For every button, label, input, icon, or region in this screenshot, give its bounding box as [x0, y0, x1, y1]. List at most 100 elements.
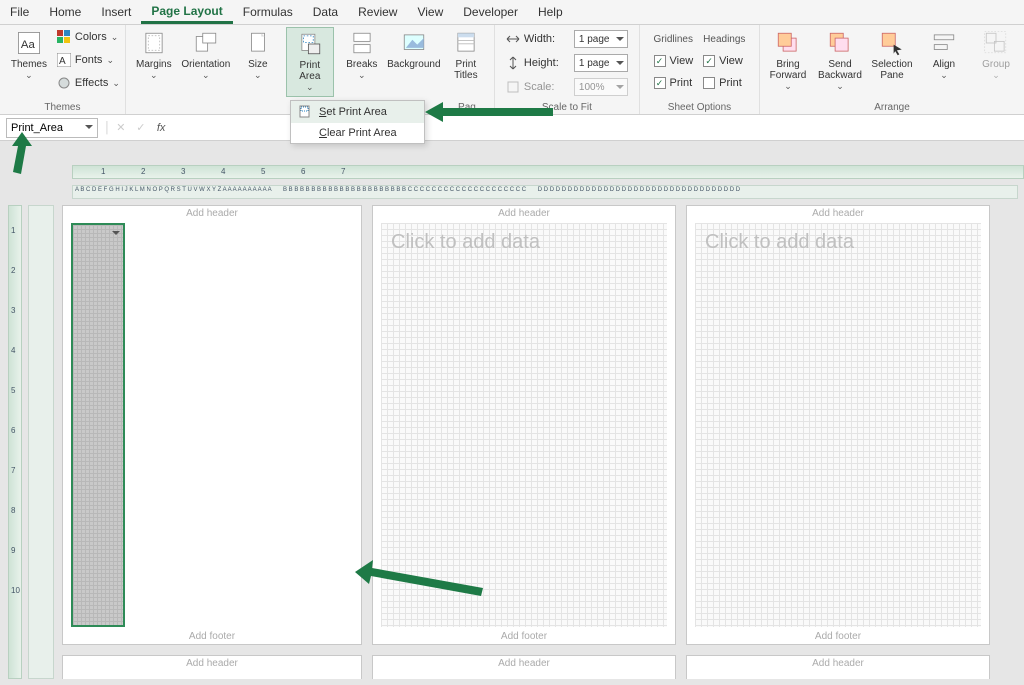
tab-home[interactable]: Home [39, 0, 91, 24]
tab-review[interactable]: Review [348, 0, 407, 24]
row-headers[interactable] [28, 205, 54, 679]
group-sheet-options: Gridlines View Print Headings View Print… [640, 25, 760, 114]
ribbon-tabs: File Home Insert Page Layout Formulas Da… [0, 0, 1024, 25]
vertical-ruler[interactable]: 12345678910 [8, 205, 22, 679]
group-themes: Aa Themes Colors⌄ A Fonts⌄ Effects⌄ T [0, 25, 126, 114]
horizontal-ruler[interactable]: 1234567 [72, 165, 1024, 179]
cancel-formula-button[interactable]: ✕ [111, 121, 131, 134]
group-label-themes: Themes [4, 101, 121, 114]
themes-button[interactable]: Aa Themes [5, 27, 53, 97]
tab-help[interactable]: Help [528, 0, 573, 24]
print-titles-icon [452, 29, 480, 57]
group-label-scale: Scale to Fit [499, 101, 635, 114]
group-objects-button: Group [972, 27, 1020, 97]
page-4[interactable]: Add header [62, 655, 362, 679]
tab-formulas[interactable]: Formulas [233, 0, 303, 24]
selection-pane-button[interactable]: Selection Pane [868, 27, 916, 97]
background-button[interactable]: Background [390, 27, 438, 97]
gridlines-view-checkbox[interactable] [654, 55, 666, 67]
page-2-header[interactable]: Add header [373, 206, 675, 221]
group-icon [982, 29, 1010, 57]
bring-forward-button[interactable]: Bring Forward [764, 27, 812, 97]
group-label-sheet: Sheet Options [644, 101, 755, 114]
width-select[interactable]: 1 page [574, 30, 628, 48]
tab-view[interactable]: View [407, 0, 453, 24]
page-3-header[interactable]: Add header [687, 206, 989, 221]
headings-heading: Headings [703, 29, 745, 49]
set-print-area-item[interactable]: Set Print Area [291, 101, 424, 123]
orientation-button[interactable]: Orientation [182, 27, 230, 97]
height-icon [506, 56, 520, 70]
page-2-body[interactable]: Click to add data [381, 223, 667, 627]
send-backward-icon [826, 29, 854, 57]
margins-icon [140, 29, 168, 57]
name-box[interactable]: Print_Area [6, 118, 98, 138]
page-1-body[interactable] [71, 223, 125, 627]
scale-spinner: 100% [574, 78, 628, 96]
effects-button[interactable]: Effects⌄ [57, 73, 120, 93]
page-2-footer[interactable]: Add footer [373, 629, 675, 644]
print-area-menu: Set Print Area Clear Print Area [290, 100, 425, 144]
set-print-area-icon [299, 105, 313, 119]
effects-icon [57, 76, 71, 90]
page-6[interactable]: Add header [686, 655, 990, 679]
orientation-icon [192, 29, 220, 57]
tab-page-layout[interactable]: Page Layout [141, 0, 232, 24]
themes-label: Themes [11, 59, 47, 70]
tab-developer[interactable]: Developer [453, 0, 528, 24]
page-5-header[interactable]: Add header [373, 656, 675, 671]
page-1-footer[interactable]: Add footer [63, 629, 361, 644]
group-label-arrange: Arrange [764, 101, 1020, 114]
colors-icon [57, 30, 71, 44]
colors-button[interactable]: Colors⌄ [57, 27, 120, 47]
svg-text:Aa: Aa [21, 39, 36, 51]
selection-pane-icon [878, 29, 906, 57]
breaks-button[interactable]: Breaks [338, 27, 386, 97]
tab-insert[interactable]: Insert [91, 0, 141, 24]
page-1-header[interactable]: Add header [63, 206, 361, 221]
column-headers[interactable]: A B C D E F G H I J K L M N O P Q R S T … [72, 185, 1018, 199]
page-2[interactable]: Add header Click to add data Add footer [372, 205, 676, 645]
tab-file[interactable]: File [0, 0, 39, 24]
scale-icon [506, 80, 520, 94]
page-1[interactable]: Add header Add footer [62, 205, 362, 645]
group-scale: Width: 1 page Height: 1 page Scale: 100%… [495, 25, 640, 114]
size-icon [244, 29, 272, 57]
formula-bar: Print_Area │ ✕ ✓ fx [0, 115, 1024, 141]
enter-formula-button[interactable]: ✓ [131, 121, 151, 134]
print-area-button[interactable]: Print Area [286, 27, 334, 97]
bring-forward-icon [774, 29, 802, 57]
print-area-icon [296, 30, 324, 58]
group-arrange: Bring Forward Send Backward Selection Pa… [760, 25, 1024, 114]
background-icon [400, 29, 428, 57]
page-layout-pages: Add header Add footer Add header Click t… [62, 205, 1018, 679]
align-button[interactable]: Align [920, 27, 968, 97]
width-icon [506, 32, 520, 46]
headings-print-checkbox[interactable] [703, 77, 715, 89]
print-titles-button[interactable]: Print Titles [442, 27, 490, 97]
margins-button[interactable]: Margins [130, 27, 178, 97]
gridlines-print-checkbox[interactable] [654, 77, 666, 89]
send-backward-button[interactable]: Send Backward [816, 27, 864, 97]
page-5[interactable]: Add header [372, 655, 676, 679]
fx-label[interactable]: fx [157, 122, 166, 134]
fonts-icon: A [57, 53, 71, 67]
height-select[interactable]: 1 page [574, 54, 628, 72]
page-3-body[interactable]: Click to add data [695, 223, 981, 627]
align-icon [930, 29, 958, 57]
page-6-header[interactable]: Add header [687, 656, 989, 671]
breaks-icon [348, 29, 376, 57]
themes-icon: Aa [15, 29, 43, 57]
tab-data[interactable]: Data [303, 0, 348, 24]
page-3[interactable]: Add header Click to add data Add footer [686, 205, 990, 645]
worksheet-area: 1234567 12345678910 A B C D E F G H I J … [0, 141, 1024, 685]
svg-text:A: A [59, 56, 66, 67]
gridlines-heading: Gridlines [654, 29, 694, 49]
page-4-header[interactable]: Add header [63, 656, 361, 671]
clear-print-area-item[interactable]: Clear Print Area [291, 123, 424, 143]
page-3-footer[interactable]: Add footer [687, 629, 989, 644]
headings-view-checkbox[interactable] [703, 55, 715, 67]
fonts-button[interactable]: A Fonts⌄ [57, 50, 120, 70]
ribbon: Aa Themes Colors⌄ A Fonts⌄ Effects⌄ T [0, 25, 1024, 115]
size-button[interactable]: Size [234, 27, 282, 97]
